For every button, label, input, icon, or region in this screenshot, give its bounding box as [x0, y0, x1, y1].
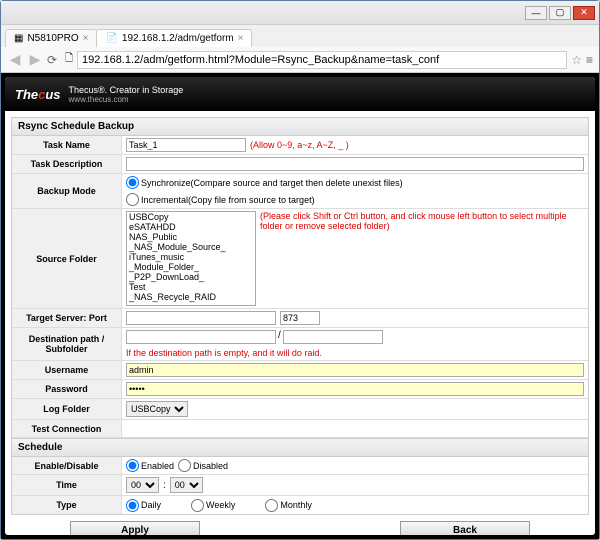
button-bar: Apply Back	[11, 515, 589, 535]
username-input[interactable]	[126, 363, 584, 377]
dest-path-input[interactable]	[126, 330, 276, 344]
back-icon[interactable]: ◀	[7, 51, 23, 68]
tab-1-label: N5810PRO	[27, 33, 78, 44]
log-folder-label: Log Folder	[12, 399, 122, 419]
apply-button[interactable]: Apply	[70, 521, 200, 535]
source-item[interactable]: eSATAHDD	[127, 222, 255, 232]
address-bar[interactable]: 192.168.1.2/adm/getform.html?Module=Rsyn…	[77, 51, 567, 69]
schedule-header: Schedule	[12, 438, 588, 457]
source-item[interactable]: _Module_Folder_	[127, 262, 255, 272]
tab-1-close-icon[interactable]: ×	[83, 33, 89, 44]
tab-favicon-icon: ▦	[14, 33, 23, 44]
brand-site: www.thecus.com	[69, 95, 184, 104]
password-input[interactable]	[126, 382, 584, 396]
source-item[interactable]: _NAS_Recycle_RAID	[127, 292, 255, 302]
enabled-radio[interactable]	[126, 459, 139, 472]
brand-tagline: Thecus®. Creator in Storage	[69, 85, 184, 95]
form-content: Rsync Schedule Backup Task Name (Allow 0…	[5, 111, 595, 535]
source-item[interactable]: iTunes_music	[127, 252, 255, 262]
forward-icon[interactable]: ▶	[27, 51, 43, 68]
reload-icon[interactable]: ⟳	[47, 53, 61, 67]
time-minute-select[interactable]: 00	[170, 477, 203, 493]
panel-title: Rsync Schedule Backup	[12, 118, 588, 136]
target-server-label: Target Server: Port	[12, 309, 122, 327]
dest-path-hint: If the destination path is empty, and it…	[126, 348, 322, 358]
time-hour-select[interactable]: 00	[126, 477, 159, 493]
type-monthly-radio[interactable]	[265, 499, 278, 512]
target-server-input[interactable]	[126, 311, 276, 325]
task-desc-label: Task Description	[12, 155, 122, 173]
minimize-button[interactable]: —	[525, 6, 547, 20]
enable-label: Enable/Disable	[12, 457, 122, 474]
type-weekly-radio[interactable]	[191, 499, 204, 512]
password-label: Password	[12, 380, 122, 398]
type-daily-radio[interactable]	[126, 499, 139, 512]
source-folder-list[interactable]: USBCopyeSATAHDDNAS_Public_NAS_Module_Sou…	[126, 211, 256, 306]
bookmark-icon[interactable]: ☆	[571, 53, 582, 67]
backup-mode-label: Backup Mode	[12, 174, 122, 208]
tab-2-close-icon[interactable]: ×	[238, 33, 244, 44]
window-titlebar: — ▢ ✕	[1, 1, 599, 25]
backup-mode-incr-text: Incremental(Copy file from source to tar…	[141, 195, 315, 205]
close-button[interactable]: ✕	[573, 6, 595, 20]
source-item[interactable]: NAS_Public	[127, 232, 255, 242]
menu-icon[interactable]: ≡	[586, 53, 593, 67]
backup-mode-sync-text: Synchronize(Compare source and target th…	[141, 178, 403, 188]
tab-2[interactable]: 📄 192.168.1.2/adm/getform ×	[96, 29, 252, 47]
time-label: Time	[12, 475, 122, 495]
brand-logo: Thecus	[15, 87, 61, 102]
tab-1[interactable]: ▦ N5810PRO ×	[5, 29, 97, 47]
tab-favicon-icon: 📄	[105, 33, 117, 44]
disabled-radio[interactable]	[178, 459, 191, 472]
backup-mode-sync-radio[interactable]	[126, 176, 139, 189]
task-name-label: Task Name	[12, 136, 122, 154]
page-icon: 🗋	[65, 51, 73, 68]
url-text: 192.168.1.2/adm/getform.html?Module=Rsyn…	[82, 54, 439, 66]
back-button[interactable]: Back	[400, 521, 530, 535]
source-item[interactable]: _NAS_Module_Source_	[127, 242, 255, 252]
main-panel: Rsync Schedule Backup Task Name (Allow 0…	[11, 117, 589, 515]
source-folder-label: Source Folder	[12, 209, 122, 308]
browser-tabs: ▦ N5810PRO × 📄 192.168.1.2/adm/getform ×	[1, 25, 599, 47]
dest-path-label: Destination path / Subfolder	[12, 328, 122, 360]
source-item[interactable]: Test	[127, 282, 255, 292]
source-folder-hint: (Please click Shift or Ctrl button, and …	[260, 211, 584, 231]
backup-mode-incr-radio[interactable]	[126, 193, 139, 206]
brand-header: Thecus Thecus®. Creator in Storage www.t…	[5, 77, 595, 111]
address-bar-row: ◀ ▶ ⟳ 🗋 192.168.1.2/adm/getform.html?Mod…	[1, 47, 599, 73]
test-connection-label: Test Connection	[12, 420, 122, 437]
dest-subfolder-input[interactable]	[283, 330, 383, 344]
task-desc-input[interactable]	[126, 157, 584, 171]
page-viewport: Thecus Thecus®. Creator in Storage www.t…	[1, 73, 599, 539]
log-folder-select[interactable]: USBCopy	[126, 401, 188, 417]
username-label: Username	[12, 361, 122, 379]
target-port-input[interactable]	[280, 311, 320, 325]
maximize-button[interactable]: ▢	[549, 6, 571, 20]
browser-window: — ▢ ✕ ▦ N5810PRO × 📄 192.168.1.2/adm/get…	[0, 0, 600, 540]
type-label: Type	[12, 496, 122, 514]
tab-2-label: 192.168.1.2/adm/getform	[122, 33, 234, 44]
task-name-hint: (Allow 0~9, a~z, A~Z, _ )	[250, 140, 349, 150]
task-name-input[interactable]	[126, 138, 246, 152]
source-item[interactable]: _P2P_DownLoad_	[127, 272, 255, 282]
source-item[interactable]: USBCopy	[127, 212, 255, 222]
